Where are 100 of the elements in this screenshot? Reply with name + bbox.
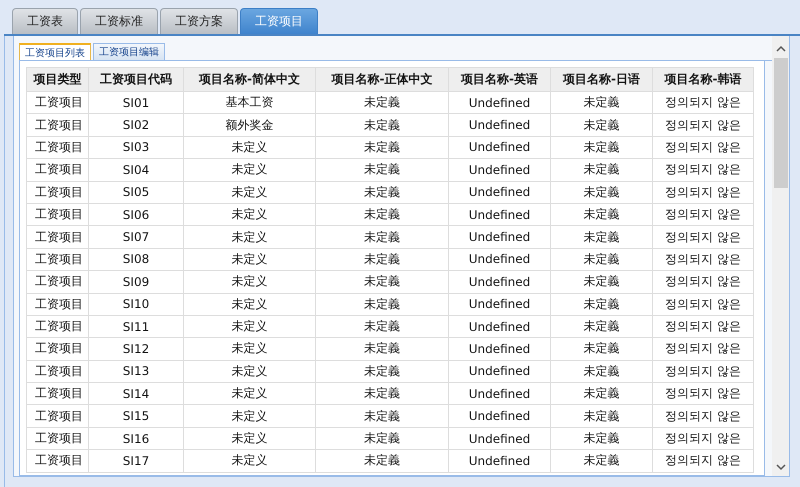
table-cell: SI09 bbox=[88, 270, 184, 294]
table-cell: SI14 bbox=[88, 382, 184, 405]
table-cell: 工资项目 bbox=[26, 382, 88, 405]
column-header: 工资项目代码 bbox=[88, 68, 184, 92]
table-cell: Undefined bbox=[448, 226, 550, 248]
scroll-up-icon[interactable] bbox=[776, 44, 786, 54]
table-cell: 未定義 bbox=[316, 203, 448, 226]
table-cell: SI13 bbox=[88, 360, 184, 383]
table-cell: 未定義 bbox=[316, 427, 448, 450]
table-cell: 工资项目 bbox=[26, 293, 88, 316]
table-cell: SI10 bbox=[88, 293, 184, 316]
tab[interactable]: 工资表 bbox=[12, 8, 78, 34]
table-cell: 工资项目 bbox=[26, 404, 88, 428]
table-cell: 工资项目 bbox=[26, 360, 88, 383]
table-cell: 未定義 bbox=[316, 114, 448, 136]
tab[interactable]: 工资方案 bbox=[160, 8, 238, 34]
table-cell: SI02 bbox=[88, 114, 184, 136]
table-cell: 未定义 bbox=[184, 136, 316, 159]
table-cell: 未定义 bbox=[184, 270, 316, 294]
table-cell: 정의되지 않은 bbox=[652, 427, 754, 450]
column-header: 项目类型 bbox=[26, 68, 88, 92]
table-cell: 未定義 bbox=[316, 293, 448, 316]
table-cell: 工资项目 bbox=[26, 136, 88, 159]
table-cell: 未定义 bbox=[184, 404, 316, 428]
table-cell: 未定義 bbox=[316, 450, 448, 472]
table-cell: 未定义 bbox=[184, 248, 316, 271]
table-cell: 정의되지 않은 bbox=[652, 136, 754, 159]
table-cell: 工资项目 bbox=[26, 338, 88, 360]
tab[interactable]: 工资项目编辑 bbox=[93, 43, 165, 60]
table-cell: 未定義 bbox=[316, 181, 448, 204]
column-header: 项目名称-英语 bbox=[448, 68, 550, 92]
table-cell: Undefined bbox=[448, 382, 550, 405]
tab[interactable]: 工资项目列表 bbox=[19, 43, 91, 60]
table-cell: 정의되지 않은 bbox=[652, 92, 754, 114]
tab[interactable]: 工资标准 bbox=[80, 8, 158, 34]
table-cell: 未定義 bbox=[550, 360, 652, 383]
table-cell: SI04 bbox=[88, 158, 184, 182]
table-cell: 未定義 bbox=[550, 427, 652, 450]
table-cell: 未定义 bbox=[184, 226, 316, 248]
table-cell: 未定義 bbox=[550, 315, 652, 338]
table-cell: 정의되지 않은 bbox=[652, 382, 754, 405]
table-cell: SI08 bbox=[88, 248, 184, 271]
table-cell: Undefined bbox=[448, 114, 550, 136]
table-cell: Undefined bbox=[448, 338, 550, 360]
table-cell: Undefined bbox=[448, 360, 550, 383]
table-cell: 工资项目 bbox=[26, 315, 88, 338]
table-cell: 未定義 bbox=[316, 248, 448, 271]
scrollbar[interactable] bbox=[772, 36, 789, 476]
table-cell: SI15 bbox=[88, 404, 184, 428]
table-cell: Undefined bbox=[448, 427, 550, 450]
table-cell: 工资项目 bbox=[26, 158, 88, 182]
table-cell: 未定义 bbox=[184, 158, 316, 182]
table-cell: 未定義 bbox=[316, 226, 448, 248]
table-cell: 정의되지 않은 bbox=[652, 270, 754, 294]
table-cell: 未定义 bbox=[184, 203, 316, 226]
table-cell: 工资项目 bbox=[26, 114, 88, 136]
table-cell: Undefined bbox=[448, 315, 550, 338]
table-cell: 정의되지 않은 bbox=[652, 293, 754, 316]
table-cell: 未定義 bbox=[316, 338, 448, 360]
table-cell: Undefined bbox=[448, 181, 550, 204]
table-cell: Undefined bbox=[448, 450, 550, 472]
table-cell: Undefined bbox=[448, 270, 550, 294]
table-cell: 未定义 bbox=[184, 315, 316, 338]
table-cell: SI06 bbox=[88, 203, 184, 226]
table-cell: 未定義 bbox=[550, 203, 652, 226]
scroll-down-icon[interactable] bbox=[776, 462, 786, 472]
table-cell: Undefined bbox=[448, 92, 550, 114]
table-cell: 未定義 bbox=[550, 181, 652, 204]
table-cell: 정의되지 않은 bbox=[652, 158, 754, 182]
table-cell: 未定義 bbox=[316, 404, 448, 428]
column-header: 项目名称-简体中文 bbox=[184, 68, 316, 92]
table-cell: 未定義 bbox=[550, 382, 652, 405]
table-cell: 정의되지 않은 bbox=[652, 360, 754, 383]
table-cell: 未定義 bbox=[316, 158, 448, 182]
table-cell: 未定义 bbox=[184, 450, 316, 472]
table-cell: 정의되지 않은 bbox=[652, 203, 754, 226]
table-cell: Undefined bbox=[448, 404, 550, 428]
table-cell: 未定義 bbox=[316, 136, 448, 159]
scroll-thumb[interactable] bbox=[774, 58, 788, 188]
table-cell: SI16 bbox=[88, 427, 184, 450]
table-cell: 未定義 bbox=[550, 450, 652, 472]
column-header: 项目名称-正体中文 bbox=[316, 68, 448, 92]
table-cell: 基本工资 bbox=[184, 92, 316, 114]
table-cell: 정의되지 않은 bbox=[652, 226, 754, 248]
table-cell: 工资项目 bbox=[26, 203, 88, 226]
table-cell: SI03 bbox=[88, 136, 184, 159]
table-cell: SI07 bbox=[88, 226, 184, 248]
table-cell: Undefined bbox=[448, 136, 550, 159]
table-cell: 未定義 bbox=[550, 226, 652, 248]
table-cell: 工资项目 bbox=[26, 92, 88, 114]
table-cell: 未定义 bbox=[184, 427, 316, 450]
table-cell: 未定義 bbox=[316, 315, 448, 338]
table-cell: 未定義 bbox=[550, 338, 652, 360]
table-cell: 未定義 bbox=[316, 382, 448, 405]
table-cell: Undefined bbox=[448, 203, 550, 226]
table-cell: 未定义 bbox=[184, 181, 316, 204]
table-cell: SI05 bbox=[88, 181, 184, 204]
table-cell: SI17 bbox=[88, 450, 184, 472]
table-cell: 未定义 bbox=[184, 360, 316, 383]
table-cell: 额外奖金 bbox=[184, 114, 316, 136]
